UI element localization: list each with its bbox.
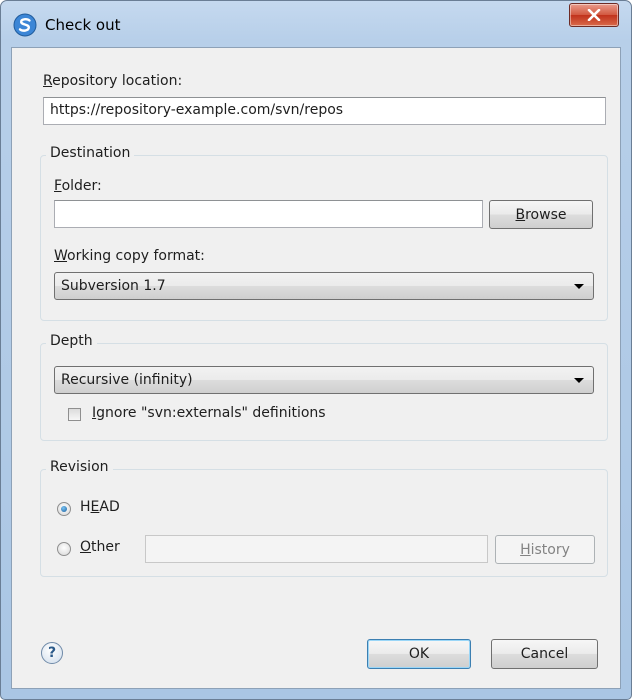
help-icon[interactable]: ? (41, 642, 63, 664)
chevron-down-icon (574, 378, 584, 383)
close-icon (587, 9, 601, 21)
ok-button[interactable]: OK (367, 639, 471, 669)
checkout-dialog: Check out Repository location: https://r… (0, 0, 632, 700)
chevron-down-icon (574, 284, 584, 289)
head-label[interactable]: HEAD (80, 499, 120, 515)
repository-location-label: Repository location: (43, 73, 183, 89)
other-radio[interactable] (57, 542, 71, 556)
repository-location-input[interactable]: https://repository-example.com/svn/repos (43, 97, 606, 125)
svn-logo-icon (13, 13, 37, 37)
browse-button[interactable]: Browse (489, 200, 593, 229)
revision-legend: Revision (46, 459, 113, 475)
cancel-button[interactable]: Cancel (491, 639, 598, 669)
history-button[interactable]: History (495, 535, 595, 564)
title-bar[interactable]: Check out (1, 1, 631, 47)
folder-input[interactable] (54, 200, 483, 228)
ignore-externals-label[interactable]: Ignore "svn:externals" definitions (92, 405, 326, 421)
working-copy-format-value: Subversion 1.7 (61, 278, 166, 294)
destination-legend: Destination (46, 145, 135, 161)
depth-select[interactable]: Recursive (infinity) (54, 366, 594, 394)
window-title: Check out (45, 16, 121, 34)
folder-label: Folder: (54, 178, 102, 194)
other-label[interactable]: Other (80, 539, 120, 555)
depth-legend: Depth (46, 333, 97, 349)
working-copy-format-select[interactable]: Subversion 1.7 (54, 272, 594, 300)
depth-value: Recursive (infinity) (61, 372, 193, 388)
dialog-content: Repository location: https://repository-… (11, 47, 621, 689)
ignore-externals-checkbox[interactable] (68, 408, 81, 421)
other-revision-input[interactable] (145, 535, 488, 563)
head-radio[interactable] (57, 502, 71, 516)
working-copy-format-label: Working copy format: (54, 248, 205, 264)
close-button[interactable] (569, 3, 619, 27)
